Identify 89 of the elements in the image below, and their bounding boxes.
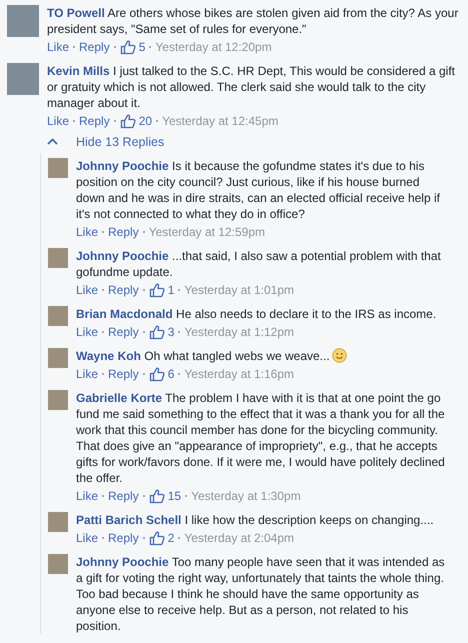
comment-text: Patti Barich Schell I like how the description keeps on changing....	[76, 512, 435, 528]
avatar-photo	[7, 63, 39, 95]
like-count: 2	[168, 531, 174, 545]
separator-dot	[156, 120, 158, 122]
author-link[interactable]: Wayne Koh	[76, 349, 141, 363]
thumbs-up-icon	[120, 113, 136, 129]
like-count: 5	[138, 40, 146, 54]
like-count: 6	[168, 367, 174, 381]
separator-dot	[73, 120, 76, 122]
separator-dot	[142, 537, 145, 539]
author-link[interactable]: Johnny Poochie	[76, 249, 169, 263]
avatar-photo	[48, 248, 68, 268]
avatar-photo	[7, 5, 39, 37]
reply-link[interactable]: Reply	[79, 114, 110, 128]
reply-link[interactable]: Reply	[108, 283, 139, 297]
separator-dot	[178, 289, 180, 291]
separator-dot	[102, 495, 104, 497]
author-link[interactable]: Kevin Mills	[47, 64, 110, 78]
separator-dot	[142, 331, 145, 333]
author-link[interactable]: Brian Macdonald	[76, 307, 173, 321]
hide-replies-button[interactable]: Hide 13 Replies	[47, 135, 164, 149]
separator-dot	[142, 373, 145, 375]
like-link[interactable]: Like	[47, 114, 70, 128]
thumbs-up-icon	[148, 530, 165, 546]
comment-text: TO Powell Are others whose bikes are stolen given aid from the city? As your president says, "Same set of rules for everyone."	[47, 5, 460, 37]
timestamp[interactable]: Yesterday at 12:20pm	[155, 40, 272, 54]
comment-text: Kevin Mills I just talked to the S.C. HR Dept, This would be considered a gift or gratuity which is not allowed. The clerk said she would talk to the city manager about it.	[47, 63, 456, 111]
like-count: 15	[168, 489, 182, 503]
timestamp[interactable]: Yesterday at 12:59pm	[148, 225, 266, 239]
separator-dot	[102, 231, 104, 233]
like-count: 3	[168, 325, 174, 339]
timestamp[interactable]: Yesterday at 1:16pm	[184, 367, 294, 381]
reply-link[interactable]: Reply	[108, 531, 139, 545]
avatar-photo	[48, 158, 68, 178]
avatar-photo	[48, 390, 68, 410]
avatar-photo	[48, 306, 68, 326]
separator-dot	[142, 231, 145, 233]
comment-text: Johnny Poochie Is it because the gofundme states it's due to his position on the city council? Just curious, like if his house burned down and he was in dire straits, can an elected official receive help if it's not connected to what they do in office?	[76, 158, 441, 222]
separator-dot	[102, 373, 104, 375]
like-link[interactable]: Like	[76, 225, 98, 239]
like-link[interactable]: Like	[76, 367, 98, 381]
thumbs-up-icon	[148, 282, 165, 298]
separator-dot	[102, 289, 104, 291]
like-link[interactable]: Like	[76, 283, 98, 297]
timestamp[interactable]: Yesterday at 2:04pm	[184, 531, 294, 545]
author-link[interactable]: Patti Barich Schell	[76, 513, 182, 527]
thumbs-up-icon	[148, 324, 165, 340]
separator-dot	[73, 46, 76, 48]
author-link[interactable]: Gabrielle Korte	[76, 391, 162, 405]
thumbs-up-icon	[148, 488, 165, 504]
reply-link[interactable]: Reply	[108, 367, 139, 381]
author-link[interactable]: Johnny Poochie	[76, 159, 169, 173]
separator-dot	[185, 495, 188, 497]
timestamp[interactable]: Yesterday at 1:30pm	[191, 489, 301, 503]
separator-dot	[178, 537, 180, 539]
separator-dot	[149, 46, 152, 48]
avatar-photo	[48, 554, 68, 574]
separator-dot	[178, 331, 180, 333]
like-link[interactable]: Like	[76, 531, 98, 545]
reply-link[interactable]: Reply	[108, 325, 139, 339]
author-link[interactable]: Johnny Poochie	[76, 555, 169, 569]
comment-text: Brian Macdonald He also needs to declare it to the IRS as income.	[76, 306, 438, 322]
separator-dot	[114, 120, 116, 122]
thumbs-up-icon	[148, 366, 165, 382]
separator-dot	[142, 289, 145, 291]
like-link[interactable]: Like	[47, 40, 70, 54]
like-link[interactable]: Like	[76, 489, 98, 503]
separator-dot	[114, 46, 116, 48]
reply-link[interactable]: Reply	[108, 489, 139, 503]
like-count: 1	[168, 283, 174, 297]
separator-dot	[178, 373, 180, 375]
comment-text: Wayne Koh Oh what tangled webs we weave...	[76, 348, 446, 364]
reply-link[interactable]: Reply	[79, 40, 110, 54]
timestamp[interactable]: Yesterday at 1:12pm	[184, 325, 294, 339]
comment-text: Gabrielle Korte The problem I have with it is that at one point the go fund me said something to the effect that it was a thank you for all the work that this council member has done for the bicycling community. That does give an "appearance of impropriety", e.g., that he accepts gifts for work/favors done. If it were me, I would have politely declined the offer.	[76, 390, 446, 486]
thumbs-up-icon	[120, 39, 136, 55]
like-link[interactable]: Like	[76, 325, 98, 339]
separator-dot	[142, 495, 145, 497]
author-link[interactable]: TO Powell	[47, 6, 105, 20]
separator-dot	[102, 537, 104, 539]
like-count: 20	[138, 114, 152, 128]
reply-link[interactable]: Reply	[108, 225, 139, 239]
timestamp[interactable]: Yesterday at 12:45pm	[162, 114, 278, 128]
comment-text: Johnny Poochie Too many people have seen that it was intended as a gift for voting the right way, unfortunately that taints the whole thing. Too bad because I think he should have the same opportunity as anyone else to receive help. But as a person, not related to his position.	[76, 554, 446, 634]
avatar-photo	[48, 512, 68, 532]
avatar-photo	[48, 348, 68, 368]
separator-dot	[102, 331, 104, 333]
comment-text: Johnny Poochie ...that said, I also saw a potential problem with that gofundme update.	[76, 248, 442, 280]
timestamp[interactable]: Yesterday at 1:01pm	[184, 283, 294, 297]
